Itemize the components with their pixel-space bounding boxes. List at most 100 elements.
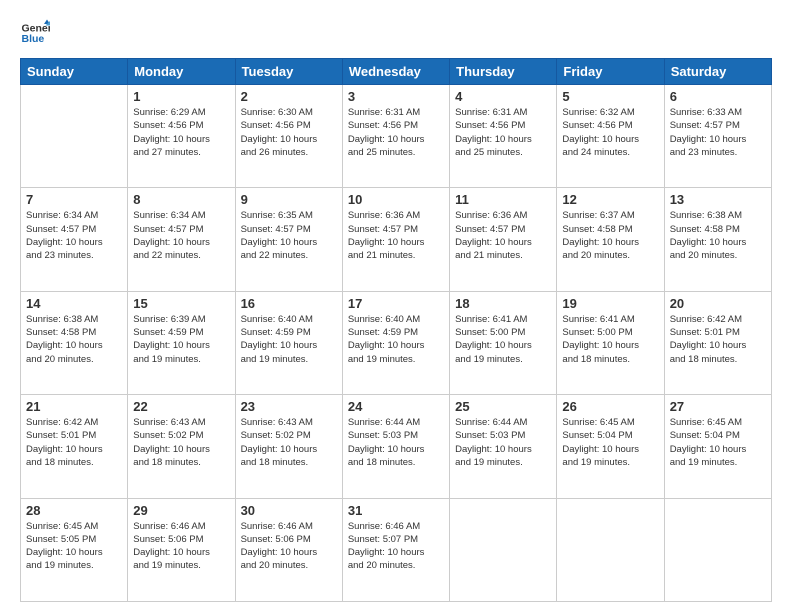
calendar-week-row: 1 Sunrise: 6:29 AM Sunset: 4:56 PM Daylig…: [21, 85, 772, 188]
day-number: 22: [133, 399, 229, 414]
calendar-cell: 8 Sunrise: 6:34 AM Sunset: 4:57 PM Daylig…: [128, 188, 235, 291]
day-info: Sunrise: 6:40 AM Sunset: 4:59 PM Dayligh…: [348, 313, 444, 366]
day-number: 25: [455, 399, 551, 414]
logo-icon: General Blue: [20, 18, 50, 48]
day-number: 6: [670, 89, 766, 104]
calendar-cell: [21, 85, 128, 188]
calendar-cell: 25 Sunrise: 6:44 AM Sunset: 5:03 PM Dayli…: [450, 395, 557, 498]
calendar-cell: 16 Sunrise: 6:40 AM Sunset: 4:59 PM Dayli…: [235, 291, 342, 394]
calendar-cell: 12 Sunrise: 6:37 AM Sunset: 4:58 PM Dayli…: [557, 188, 664, 291]
page: General Blue SundayMondayTuesdayWednesda…: [0, 0, 792, 612]
day-number: 29: [133, 503, 229, 518]
calendar-cell: 27 Sunrise: 6:45 AM Sunset: 5:04 PM Dayli…: [664, 395, 771, 498]
day-number: 31: [348, 503, 444, 518]
calendar-cell: 15 Sunrise: 6:39 AM Sunset: 4:59 PM Dayli…: [128, 291, 235, 394]
day-number: 5: [562, 89, 658, 104]
day-number: 7: [26, 192, 122, 207]
day-info: Sunrise: 6:44 AM Sunset: 5:03 PM Dayligh…: [348, 416, 444, 469]
day-info: Sunrise: 6:41 AM Sunset: 5:00 PM Dayligh…: [455, 313, 551, 366]
day-info: Sunrise: 6:37 AM Sunset: 4:58 PM Dayligh…: [562, 209, 658, 262]
day-info: Sunrise: 6:29 AM Sunset: 4:56 PM Dayligh…: [133, 106, 229, 159]
svg-text:Blue: Blue: [22, 33, 45, 45]
day-info: Sunrise: 6:45 AM Sunset: 5:04 PM Dayligh…: [562, 416, 658, 469]
day-number: 1: [133, 89, 229, 104]
calendar-cell: 6 Sunrise: 6:33 AM Sunset: 4:57 PM Daylig…: [664, 85, 771, 188]
calendar-cell: 29 Sunrise: 6:46 AM Sunset: 5:06 PM Dayli…: [128, 498, 235, 601]
day-number: 8: [133, 192, 229, 207]
day-number: 3: [348, 89, 444, 104]
day-info: Sunrise: 6:32 AM Sunset: 4:56 PM Dayligh…: [562, 106, 658, 159]
day-number: 16: [241, 296, 337, 311]
calendar-cell: 22 Sunrise: 6:43 AM Sunset: 5:02 PM Dayli…: [128, 395, 235, 498]
day-number: 21: [26, 399, 122, 414]
day-number: 14: [26, 296, 122, 311]
weekday-header-sunday: Sunday: [21, 59, 128, 85]
day-info: Sunrise: 6:38 AM Sunset: 4:58 PM Dayligh…: [670, 209, 766, 262]
day-info: Sunrise: 6:31 AM Sunset: 4:56 PM Dayligh…: [348, 106, 444, 159]
day-info: Sunrise: 6:42 AM Sunset: 5:01 PM Dayligh…: [670, 313, 766, 366]
day-number: 12: [562, 192, 658, 207]
calendar-cell: 3 Sunrise: 6:31 AM Sunset: 4:56 PM Daylig…: [342, 85, 449, 188]
day-number: 11: [455, 192, 551, 207]
calendar-cell: 7 Sunrise: 6:34 AM Sunset: 4:57 PM Daylig…: [21, 188, 128, 291]
day-number: 9: [241, 192, 337, 207]
calendar-cell: 20 Sunrise: 6:42 AM Sunset: 5:01 PM Dayli…: [664, 291, 771, 394]
day-info: Sunrise: 6:39 AM Sunset: 4:59 PM Dayligh…: [133, 313, 229, 366]
day-number: 30: [241, 503, 337, 518]
weekday-header-wednesday: Wednesday: [342, 59, 449, 85]
day-number: 27: [670, 399, 766, 414]
day-info: Sunrise: 6:34 AM Sunset: 4:57 PM Dayligh…: [133, 209, 229, 262]
calendar-cell: [450, 498, 557, 601]
calendar-cell: 13 Sunrise: 6:38 AM Sunset: 4:58 PM Dayli…: [664, 188, 771, 291]
day-number: 26: [562, 399, 658, 414]
day-info: Sunrise: 6:31 AM Sunset: 4:56 PM Dayligh…: [455, 106, 551, 159]
calendar-cell: 23Sunrise: 6:43 AM Sunset: 5:02 PM Dayli…: [235, 395, 342, 498]
day-info: Sunrise: 6:42 AM Sunset: 5:01 PM Dayligh…: [26, 416, 122, 469]
day-number: 13: [670, 192, 766, 207]
day-number: 20: [670, 296, 766, 311]
calendar-cell: 10 Sunrise: 6:36 AM Sunset: 4:57 PM Dayli…: [342, 188, 449, 291]
day-number: 24: [348, 399, 444, 414]
weekday-header-thursday: Thursday: [450, 59, 557, 85]
calendar-cell: 11 Sunrise: 6:36 AM Sunset: 4:57 PM Dayli…: [450, 188, 557, 291]
calendar-cell: 17Sunrise: 6:40 AM Sunset: 4:59 PM Dayli…: [342, 291, 449, 394]
day-info: Sunrise: 6:40 AM Sunset: 4:59 PM Dayligh…: [241, 313, 337, 366]
day-info: Sunrise: 6:43 AM Sunset: 5:02 PM Dayligh…: [133, 416, 229, 469]
day-number: 2: [241, 89, 337, 104]
calendar-cell: 4 Sunrise: 6:31 AM Sunset: 4:56 PM Daylig…: [450, 85, 557, 188]
day-info: Sunrise: 6:45 AM Sunset: 5:04 PM Dayligh…: [670, 416, 766, 469]
calendar-cell: 9Sunrise: 6:35 AM Sunset: 4:57 PM Daylig…: [235, 188, 342, 291]
day-info: Sunrise: 6:33 AM Sunset: 4:57 PM Dayligh…: [670, 106, 766, 159]
day-info: Sunrise: 6:44 AM Sunset: 5:03 PM Dayligh…: [455, 416, 551, 469]
day-info: Sunrise: 6:45 AM Sunset: 5:05 PM Dayligh…: [26, 520, 122, 573]
day-number: 18: [455, 296, 551, 311]
calendar-cell: 5 Sunrise: 6:32 AM Sunset: 4:56 PM Daylig…: [557, 85, 664, 188]
day-number: 28: [26, 503, 122, 518]
calendar-table: SundayMondayTuesdayWednesdayThursdayFrid…: [20, 58, 772, 602]
day-info: Sunrise: 6:43 AM Sunset: 5:02 PM Dayligh…: [241, 416, 337, 469]
calendar-cell: 1 Sunrise: 6:29 AM Sunset: 4:56 PM Daylig…: [128, 85, 235, 188]
day-info: Sunrise: 6:36 AM Sunset: 4:57 PM Dayligh…: [455, 209, 551, 262]
day-info: Sunrise: 6:46 AM Sunset: 5:06 PM Dayligh…: [133, 520, 229, 573]
day-number: 10: [348, 192, 444, 207]
weekday-header-friday: Friday: [557, 59, 664, 85]
day-info: Sunrise: 6:30 AM Sunset: 4:56 PM Dayligh…: [241, 106, 337, 159]
calendar-cell: 31 Sunrise: 6:46 AM Sunset: 5:07 PM Dayli…: [342, 498, 449, 601]
calendar-cell: 26 Sunrise: 6:45 AM Sunset: 5:04 PM Dayli…: [557, 395, 664, 498]
weekday-header-monday: Monday: [128, 59, 235, 85]
day-info: Sunrise: 6:36 AM Sunset: 4:57 PM Dayligh…: [348, 209, 444, 262]
weekday-header-saturday: Saturday: [664, 59, 771, 85]
calendar-cell: [664, 498, 771, 601]
day-info: Sunrise: 6:46 AM Sunset: 5:06 PM Dayligh…: [241, 520, 337, 573]
calendar-cell: [557, 498, 664, 601]
calendar-week-row: 28 Sunrise: 6:45 AM Sunset: 5:05 PM Dayli…: [21, 498, 772, 601]
calendar-cell: 14 Sunrise: 6:38 AM Sunset: 4:58 PM Dayli…: [21, 291, 128, 394]
day-info: Sunrise: 6:46 AM Sunset: 5:07 PM Dayligh…: [348, 520, 444, 573]
header: General Blue: [20, 18, 772, 48]
day-number: 15: [133, 296, 229, 311]
calendar-cell: 19Sunrise: 6:41 AM Sunset: 5:00 PM Dayli…: [557, 291, 664, 394]
day-info: Sunrise: 6:38 AM Sunset: 4:58 PM Dayligh…: [26, 313, 122, 366]
calendar-cell: 18 Sunrise: 6:41 AM Sunset: 5:00 PM Dayli…: [450, 291, 557, 394]
day-info: Sunrise: 6:34 AM Sunset: 4:57 PM Dayligh…: [26, 209, 122, 262]
day-number: 4: [455, 89, 551, 104]
